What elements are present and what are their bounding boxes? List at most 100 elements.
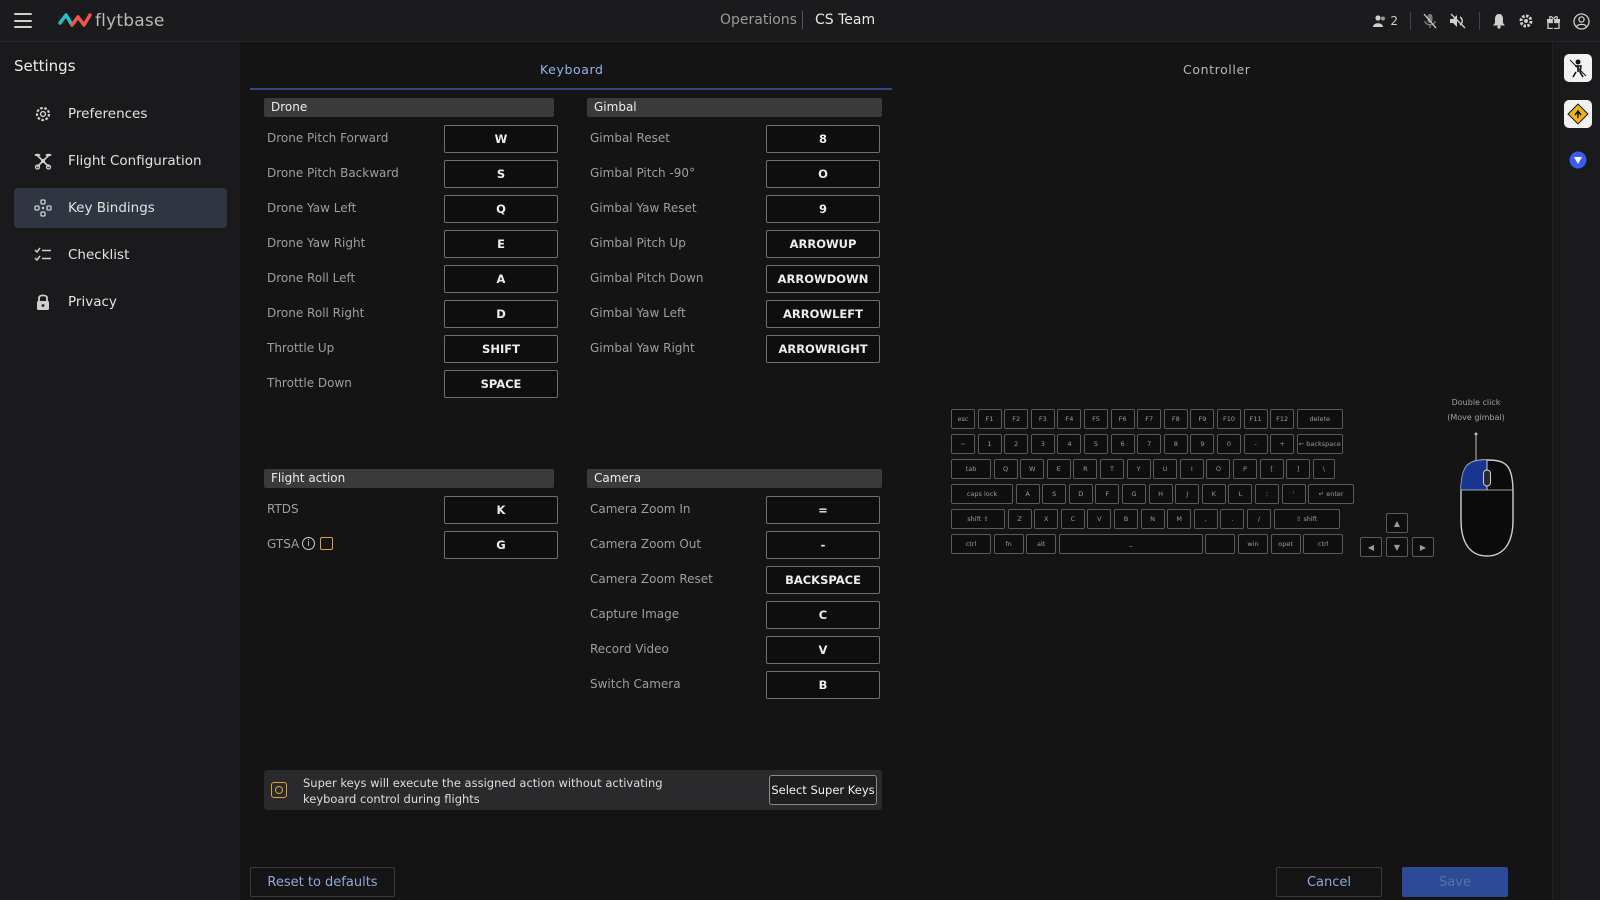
key-record-video[interactable]: V [766, 636, 880, 664]
section-camera-header: Camera [587, 469, 882, 488]
keyboard-key: F3 [1030, 409, 1055, 429]
users-online[interactable]: 2 [1373, 14, 1398, 28]
gift-icon[interactable] [1546, 14, 1561, 29]
arrow-down-key: ▼ [1386, 537, 1408, 557]
keyboard-key: ; [1255, 484, 1279, 504]
tab-controller[interactable]: Controller [1183, 62, 1251, 77]
bell-icon[interactable] [1492, 13, 1506, 29]
user-profile-icon[interactable] [1573, 12, 1590, 30]
arrow-up-key: ▲ [1386, 513, 1408, 533]
key-gimbal-pitch-up[interactable]: ARROWUP [766, 230, 880, 258]
cancel-button[interactable]: Cancel [1276, 867, 1382, 897]
key-drone-pitch-backward[interactable]: S [444, 160, 558, 188]
binding-label: RTDS [267, 502, 299, 516]
binding-label: Gimbal Yaw Left [590, 306, 686, 320]
key-capture-image[interactable]: C [766, 601, 880, 629]
mic-off-icon[interactable] [1423, 13, 1437, 29]
sidebar-item-preferences[interactable]: Preferences [14, 94, 227, 134]
key-rtds[interactable]: K [444, 496, 558, 524]
keyboard-key: F8 [1163, 409, 1188, 429]
select-super-keys-button[interactable]: Select Super Keys [769, 775, 877, 805]
key-gimbal-yaw-left[interactable]: ARROWLEFT [766, 300, 880, 328]
keyboard-key: ← backspace [1296, 434, 1343, 454]
key-gimbal-yaw-right[interactable]: ARROWRIGHT [766, 335, 880, 363]
key-bindings-panel: Keyboard Controller Drone Drone Pitch Fo… [240, 42, 1552, 900]
key-drone-yaw-right[interactable]: E [444, 230, 558, 258]
keyboard-key: D [1068, 484, 1093, 504]
keyboard-key: H [1148, 484, 1173, 504]
sidebar-item-label: Flight Configuration [68, 153, 202, 169]
keyboard-key: esc [951, 409, 975, 429]
warning-sign-icon[interactable] [1564, 100, 1592, 128]
binding-label: Camera Zoom Out [590, 537, 702, 551]
keyboard-key: P [1233, 459, 1257, 479]
keyboard-key: ctrl [1303, 534, 1344, 554]
arrow-right-key: ▶ [1412, 537, 1434, 557]
gear-icon[interactable] [1518, 13, 1534, 29]
key-camera-zoom-out[interactable]: - [766, 531, 880, 559]
key-gimbal-pitch-down[interactable]: ARROWDOWN [766, 265, 880, 293]
keyboard-key: ' [1281, 484, 1306, 504]
key-camera-zoom-reset[interactable]: BACKSPACE [766, 566, 880, 594]
keyboard-key: Y [1126, 459, 1151, 479]
tab-keyboard[interactable]: Keyboard [540, 62, 604, 77]
mouse-icon [1460, 432, 1514, 557]
top-icons: 2 [1373, 0, 1590, 42]
keyboard-key: F2 [1004, 409, 1029, 429]
arrow-left-key: ◀ [1360, 537, 1382, 557]
keyboard-key: M [1167, 509, 1192, 529]
keyboard-key: F [1095, 484, 1120, 504]
key-camera-zoom-in[interactable]: = [766, 496, 880, 524]
key-switch-camera[interactable]: B [766, 671, 880, 699]
reset-to-defaults-button[interactable]: Reset to defaults [250, 867, 395, 897]
keyboard-key: 1 [977, 434, 1002, 454]
breadcrumb-team[interactable]: CS Team [815, 12, 875, 28]
keyboard-key: 0 [1217, 434, 1241, 454]
keyboard-key: V [1087, 509, 1112, 529]
binding-label: Gimbal Reset [590, 131, 670, 145]
binding-label: Gimbal Yaw Right [590, 341, 695, 355]
key-drone-pitch-forward[interactable]: W [444, 125, 558, 153]
save-button[interactable]: Save [1402, 867, 1508, 897]
super-key-icon [271, 782, 287, 798]
binding-label: Record Video [590, 642, 669, 656]
keyboard-key: opet [1270, 534, 1301, 554]
active-tab-indicator [250, 88, 892, 90]
keyboard-key: N [1140, 509, 1165, 529]
section-drone-header: Drone [264, 98, 554, 117]
speaker-muted-icon[interactable] [1449, 13, 1467, 29]
pilot-panel-icon[interactable] [1564, 54, 1592, 82]
flytbase-logo[interactable]: flytbase [58, 10, 165, 32]
keyboard-key: [ [1259, 459, 1284, 479]
key-drone-yaw-left[interactable]: Q [444, 195, 558, 223]
sidebar-item-flight-configuration[interactable]: Flight Configuration [14, 141, 227, 181]
key-gimbal-reset[interactable]: 8 [766, 125, 880, 153]
binding-label: Drone Pitch Forward [267, 131, 389, 145]
keyboard-key: ctrl [951, 534, 991, 554]
sidebar-item-key-bindings[interactable]: Key Bindings [14, 188, 227, 228]
feedback-icon[interactable] [1564, 146, 1592, 174]
key-drone-roll-right[interactable]: D [444, 300, 558, 328]
binding-label: Gimbal Pitch -90° [590, 166, 696, 180]
sidebar-item-checklist[interactable]: Checklist [14, 235, 227, 275]
keyboard-key: Q [993, 459, 1018, 479]
sidebar-item-label: Checklist [68, 247, 130, 263]
key-throttle-up[interactable]: SHIFT [444, 335, 558, 363]
key-gimbal-pitch-90[interactable]: O [766, 160, 880, 188]
sidebar-item-privacy[interactable]: Privacy [14, 282, 227, 322]
keyboard-key: F9 [1190, 409, 1215, 429]
key-gtsa[interactable]: G [444, 531, 558, 559]
key-drone-roll-left[interactable]: A [444, 265, 558, 293]
binding-label: Drone Yaw Left [267, 201, 357, 215]
key-throttle-down[interactable]: SPACE [444, 370, 558, 398]
mouse-label-move-gimbal: (Move gimbal) [1447, 413, 1505, 422]
menu-icon[interactable] [14, 13, 32, 28]
keyboard-key: tab [951, 459, 991, 479]
binding-label: Drone Pitch Backward [267, 166, 399, 180]
key-gimbal-yaw-reset[interactable]: 9 [766, 195, 880, 223]
keyboard-key: shift ⇧ [951, 509, 1005, 529]
breadcrumb-operations[interactable]: Operations [720, 12, 797, 28]
keyboard-key: G [1122, 484, 1146, 504]
keyboard-key: alt [1026, 534, 1057, 554]
info-icon[interactable]: i [302, 537, 315, 550]
